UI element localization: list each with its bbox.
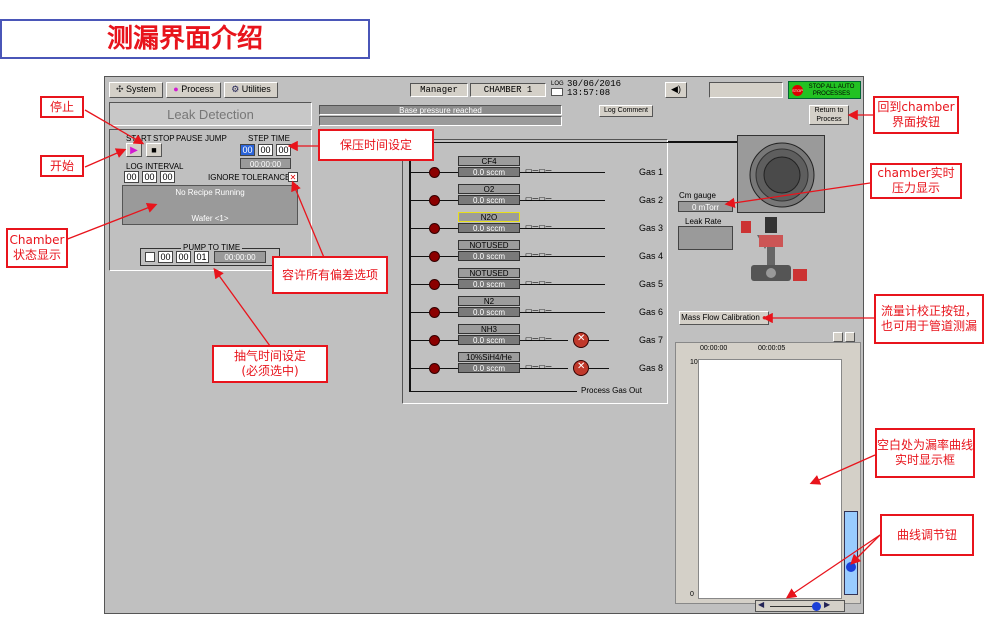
callout-ignore-tolerance: 容许所有偏差选项 [272, 256, 388, 294]
annotation-arrows [64, 109, 881, 599]
callout-return-chamber: 回到chamber界面按钮 [873, 96, 959, 134]
arrow-chamber-pressure [724, 182, 871, 209]
arrow-chamber-status [64, 202, 158, 241]
callout-chamber-pressure: chamber实时压力显示 [870, 163, 962, 199]
arrow-stop [84, 109, 145, 145]
callout-leak-curve: 空白处为漏率曲线实时显示框 [875, 428, 975, 478]
callout-stop: 停止 [40, 96, 84, 118]
arrow-pump-time [213, 267, 271, 347]
callout-chamber-status: Chamber状态显示 [6, 228, 68, 268]
arrow-curve-adjust-1 [850, 534, 881, 565]
callout-hold-time: 保压时间设定 [318, 129, 434, 161]
callout-curve-adjust: 曲线调节钮 [880, 514, 974, 556]
callout-pump-time: 抽气时间设定 (必须选中) [212, 345, 328, 383]
arrow-ignore-tolerance [291, 180, 326, 261]
callout-start: 开始 [40, 155, 84, 177]
arrow-curve-adjust-2 [785, 534, 881, 599]
arrow-leak-curve [809, 454, 876, 485]
arrow-start [84, 148, 127, 168]
callout-mfc: 流量计校正按钮，也可用于管道测漏 [874, 294, 984, 344]
